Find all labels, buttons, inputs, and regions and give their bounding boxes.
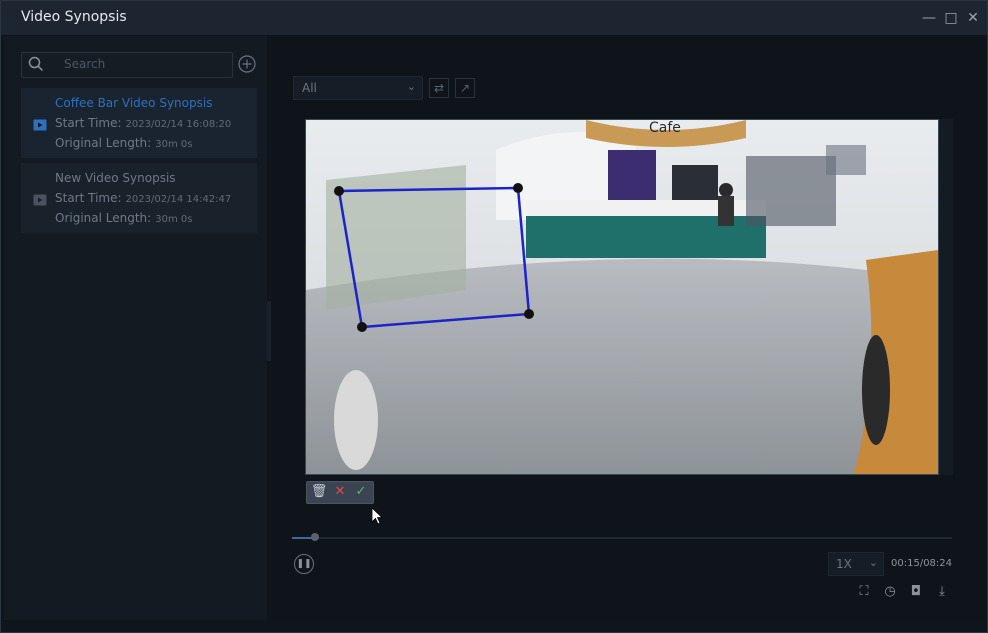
playback-timeline[interactable] (292, 533, 952, 541)
cafe-sign: Cafe (649, 120, 681, 136)
cancel-icon[interactable]: ✕ (330, 483, 350, 501)
minimize-icon[interactable]: — (919, 8, 939, 28)
start-time-value: 2023/02/14 14:42:47 (125, 194, 232, 205)
mouse-cursor-icon (372, 508, 384, 525)
app-window: Video Synopsis — □ ✕ Coffee Bar Video Sy… (0, 0, 988, 633)
synopsis-sidebar: Coffee Bar Video Synopsis Start Time:202… (4, 36, 267, 620)
filter-value: All (302, 81, 317, 95)
chevron-down-icon: ⌄ (406, 80, 416, 93)
synopsis-name: Coffee Bar Video Synopsis (55, 96, 213, 110)
playback-time: 00:15/08:24 (891, 558, 953, 569)
roi-toolbar: 🗑 ✕ ✓ (306, 481, 374, 504)
add-synopsis-icon[interactable] (237, 54, 257, 74)
roi-vertex[interactable] (357, 322, 367, 332)
search-icon (28, 56, 44, 72)
search-input[interactable] (52, 55, 246, 73)
original-length-value: 30m 0s (155, 139, 193, 150)
chevron-down-icon: ⌄ (868, 556, 878, 569)
speed-select[interactable]: 1X ⌄ (828, 552, 884, 576)
synopsis-list-item[interactable]: Coffee Bar Video Synopsis Start Time: 202… (21, 88, 257, 158)
roi-vertex[interactable] (513, 183, 523, 193)
edit-region-icon[interactable]: ↗ (455, 78, 475, 98)
fullscreen-icon[interactable]: ⛶ (855, 583, 873, 601)
video-file-icon (33, 119, 47, 131)
pause-icon[interactable]: ❚❚ (294, 554, 314, 574)
synopsis-name: New Video Synopsis (55, 171, 176, 185)
speed-value: 1X (836, 557, 852, 571)
start-time-label: Start Time: (55, 116, 122, 130)
original-length-label: Original Length: (55, 211, 152, 225)
video-player[interactable]: Cafe (305, 119, 939, 475)
start-time-label: Start Time: (55, 191, 122, 205)
search-box (21, 52, 246, 78)
download-icon[interactable]: ⤓ (933, 583, 951, 601)
close-icon[interactable]: ✕ (963, 8, 983, 28)
start-time-value: 2023/02/14 16:08:20 (125, 119, 232, 130)
clock-icon[interactable]: ◷ (881, 583, 899, 601)
title-bar: Video Synopsis — □ ✕ (1, 1, 987, 35)
snapshot-icon[interactable]: ◘ (907, 583, 925, 601)
original-length-label: Original Length: (55, 136, 152, 150)
roi-vertex[interactable] (524, 309, 534, 319)
roi-vertex[interactable] (334, 186, 344, 196)
window-title: Video Synopsis (21, 9, 127, 25)
maximize-icon[interactable]: □ (941, 8, 961, 28)
video-file-icon (33, 194, 47, 206)
synopsis-list-item[interactable]: New Video Synopsis Start Time: 2023/02/14… (21, 163, 257, 233)
original-length-value: 30m 0s (155, 214, 193, 225)
filter-select[interactable]: All ⌄ (293, 76, 423, 100)
confirm-icon[interactable]: ✓ (351, 483, 371, 501)
swap-icon[interactable]: ⇄ (429, 78, 449, 98)
trash-icon[interactable]: 🗑 (309, 483, 329, 501)
camera-scene: Cafe (306, 120, 938, 474)
